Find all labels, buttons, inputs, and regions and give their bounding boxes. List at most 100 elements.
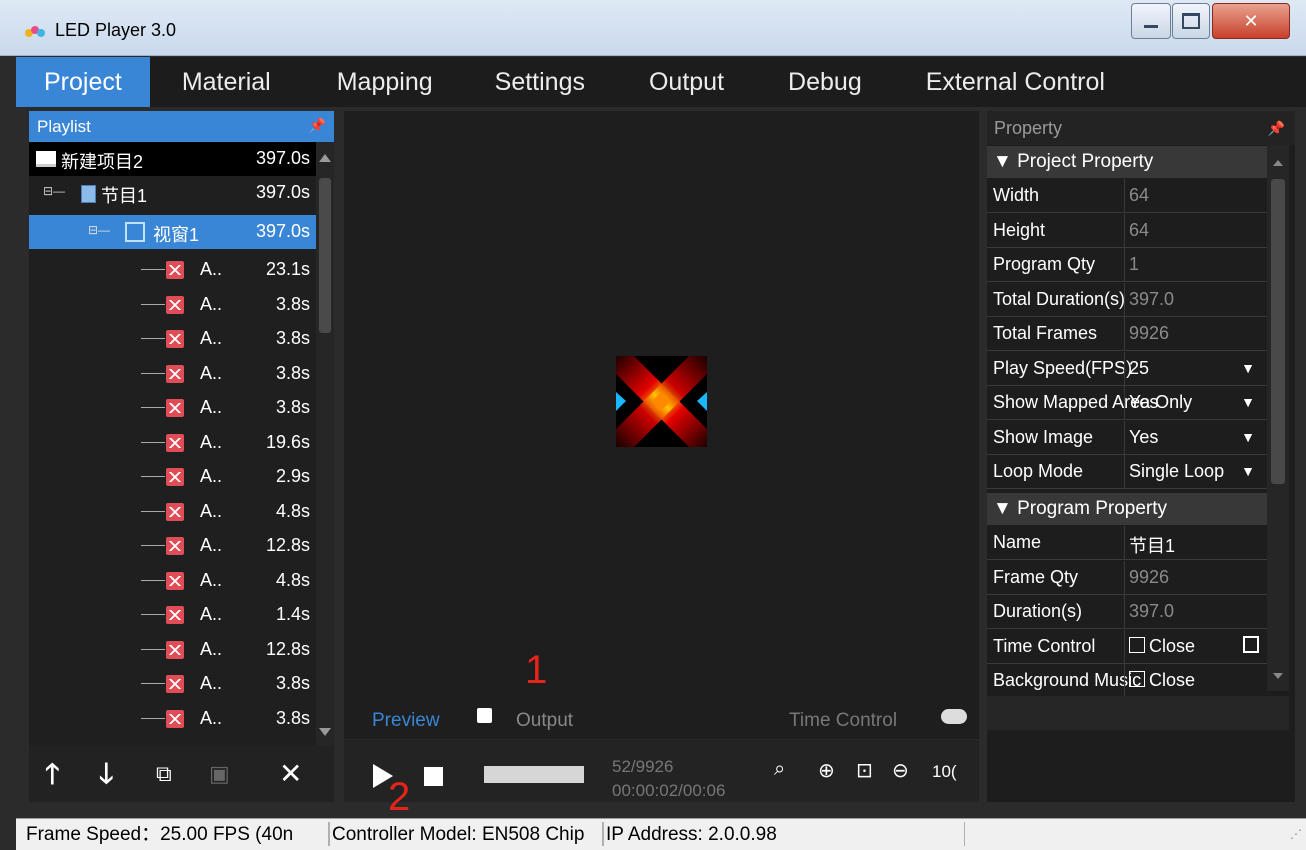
- checkbox-icon[interactable]: [1129, 636, 1145, 653]
- playlist-item[interactable]: A.. 3.8s: [29, 288, 316, 322]
- frame-counter: 52/9926: [612, 757, 674, 776]
- tab-output[interactable]: Output: [516, 710, 573, 732]
- playlist-item[interactable]: A.. 12.8s: [29, 633, 316, 667]
- playlist-item[interactable]: A.. 4.8s: [29, 495, 316, 529]
- pin-icon[interactable]: 📌: [1268, 111, 1285, 145]
- scroll-up-icon[interactable]: [1273, 160, 1283, 166]
- paste-icon[interactable]: ▣: [209, 758, 230, 790]
- menu-external-control[interactable]: External Control: [894, 57, 1129, 107]
- playback-progress[interactable]: [484, 766, 584, 783]
- menu-output[interactable]: Output: [617, 57, 756, 107]
- property-value[interactable]: 64: [1129, 185, 1149, 206]
- menu-material[interactable]: Material: [150, 57, 297, 107]
- resize-grip-icon[interactable]: ⋰: [1290, 819, 1302, 850]
- property-value[interactable]: Single Loop: [1129, 461, 1224, 482]
- property-value[interactable]: 64: [1129, 220, 1149, 241]
- playlist-item[interactable]: A.. 4.8s: [29, 564, 316, 598]
- scroll-down-icon[interactable]: [1273, 673, 1283, 679]
- property-scrollbar[interactable]: [1267, 145, 1289, 691]
- item-label: A..: [200, 673, 223, 693]
- move-up-icon[interactable]: 🡑: [45, 758, 60, 790]
- property-row[interactable]: Loop Mode Single Loop ▼: [987, 455, 1267, 489]
- playlist-item[interactable]: A.. 3.8s: [29, 357, 316, 391]
- maximize-button[interactable]: [1172, 3, 1210, 39]
- dropdown-icon[interactable]: ▼: [1241, 394, 1255, 410]
- property-row[interactable]: Show Image Yes ▼: [987, 420, 1267, 455]
- minimize-button[interactable]: [1131, 3, 1171, 39]
- image-icon: [166, 571, 184, 590]
- playlist-item[interactable]: A.. 3.8s: [29, 391, 316, 425]
- dropdown-icon[interactable]: ▼: [1241, 360, 1255, 376]
- column-divider: [1124, 560, 1125, 594]
- dropdown-icon[interactable]: ▼: [1241, 429, 1255, 445]
- property-value[interactable]: Yes: [1129, 392, 1158, 413]
- playlist-item[interactable]: A.. 12.8s: [29, 529, 316, 563]
- tree-branch: [141, 269, 165, 270]
- stop-icon[interactable]: [424, 767, 443, 786]
- program-property-section[interactable]: ▼ Program Property: [987, 493, 1267, 525]
- scroll-thumb[interactable]: [1271, 179, 1285, 484]
- playlist-item[interactable]: A.. 3.8s: [29, 322, 316, 356]
- property-value[interactable]: 9926: [1129, 323, 1169, 344]
- close-window-button[interactable]: ✕: [1212, 3, 1290, 39]
- property-row[interactable]: Height 64: [987, 213, 1267, 248]
- property-value[interactable]: 25: [1129, 358, 1149, 379]
- zoom-out-icon[interactable]: ⊖: [892, 758, 909, 783]
- checkbox-icon[interactable]: [1129, 671, 1145, 687]
- property-value[interactable]: 节目1: [1129, 532, 1175, 558]
- property-row[interactable]: Play Speed(FPS) 25 ▼: [987, 351, 1267, 386]
- playlist-title: Playlist: [37, 116, 91, 136]
- property-checkbox[interactable]: Close: [1129, 670, 1195, 691]
- playlist-item[interactable]: A.. 2.9s: [29, 460, 316, 494]
- schedule-icon[interactable]: [1243, 635, 1259, 653]
- menu-mapping[interactable]: Mapping: [297, 57, 463, 107]
- property-row[interactable]: Total Duration(s) 397.0: [987, 282, 1267, 317]
- menu-settings[interactable]: Settings: [463, 57, 617, 107]
- tree-program-row[interactable]: ⊟— 节目1 397.0s: [29, 176, 316, 210]
- property-value[interactable]: Yes: [1129, 427, 1158, 448]
- tab-preview[interactable]: Preview: [372, 710, 440, 732]
- property-row[interactable]: Total Frames 9926: [987, 317, 1267, 351]
- property-value[interactable]: 1: [1129, 254, 1139, 275]
- zoom-in-icon[interactable]: ⊕: [818, 758, 835, 783]
- property-value[interactable]: 9926: [1129, 567, 1169, 588]
- actual-size-icon[interactable]: ⊡: [856, 758, 873, 783]
- property-panel: Property 📌 ▼ Project Property Width 64 Hei…: [987, 111, 1295, 802]
- property-value[interactable]: 397.0: [1129, 289, 1174, 310]
- playlist-item[interactable]: A.. 19.6s: [29, 426, 316, 460]
- tree-project-row[interactable]: 新建项目2 397.0s: [29, 142, 316, 176]
- dropdown-icon[interactable]: ▼: [1241, 463, 1255, 479]
- property-row[interactable]: Background Music Close: [987, 664, 1267, 698]
- copy-icon[interactable]: ⧉: [156, 758, 172, 790]
- time-control-toggle[interactable]: [941, 709, 967, 724]
- menu-debug[interactable]: Debug: [756, 57, 894, 107]
- property-row[interactable]: Frame Qty 9926: [987, 560, 1267, 595]
- property-value[interactable]: 397.0: [1129, 601, 1174, 622]
- property-row[interactable]: Duration(s) 397.0: [987, 595, 1267, 629]
- property-key: Program Qty: [993, 254, 1096, 274]
- scroll-up-icon[interactable]: [319, 154, 331, 162]
- playlist-item[interactable]: A.. 1.4s: [29, 598, 316, 632]
- property-row[interactable]: Width 64: [987, 179, 1267, 213]
- property-checkbox[interactable]: Close: [1129, 636, 1195, 657]
- playlist-item[interactable]: A.. 23.1s: [29, 253, 316, 287]
- zoom-fit-icon[interactable]: ⌕: [774, 758, 785, 781]
- playlist-item[interactable]: A.. 3.8s: [29, 702, 316, 736]
- pin-icon[interactable]: 📌: [309, 117, 326, 134]
- menu-project[interactable]: Project: [16, 57, 150, 107]
- delete-icon[interactable]: ✕: [279, 758, 302, 790]
- tree-window-row[interactable]: ⊟— 视窗1 397.0s: [29, 215, 316, 249]
- scroll-thumb[interactable]: [319, 178, 331, 333]
- property-row[interactable]: Show Mapped Area Only Yes ▼: [987, 386, 1267, 420]
- property-row[interactable]: Name 节目1: [987, 526, 1267, 560]
- property-row[interactable]: Time Control Close: [987, 629, 1267, 664]
- property-key: Show Image: [993, 426, 1094, 447]
- scroll-down-icon[interactable]: [319, 728, 331, 736]
- playlist-item[interactable]: A.. 3.8s: [29, 667, 316, 701]
- property-row[interactable]: Program Qty 1: [987, 248, 1267, 282]
- playlist-scrollbar[interactable]: [316, 142, 334, 746]
- move-down-icon[interactable]: 🡓: [99, 758, 114, 790]
- project-property-section[interactable]: ▼ Project Property: [987, 146, 1267, 178]
- output-toggle-icon[interactable]: [477, 708, 492, 723]
- property-key: Total Duration(s): [993, 288, 1126, 309]
